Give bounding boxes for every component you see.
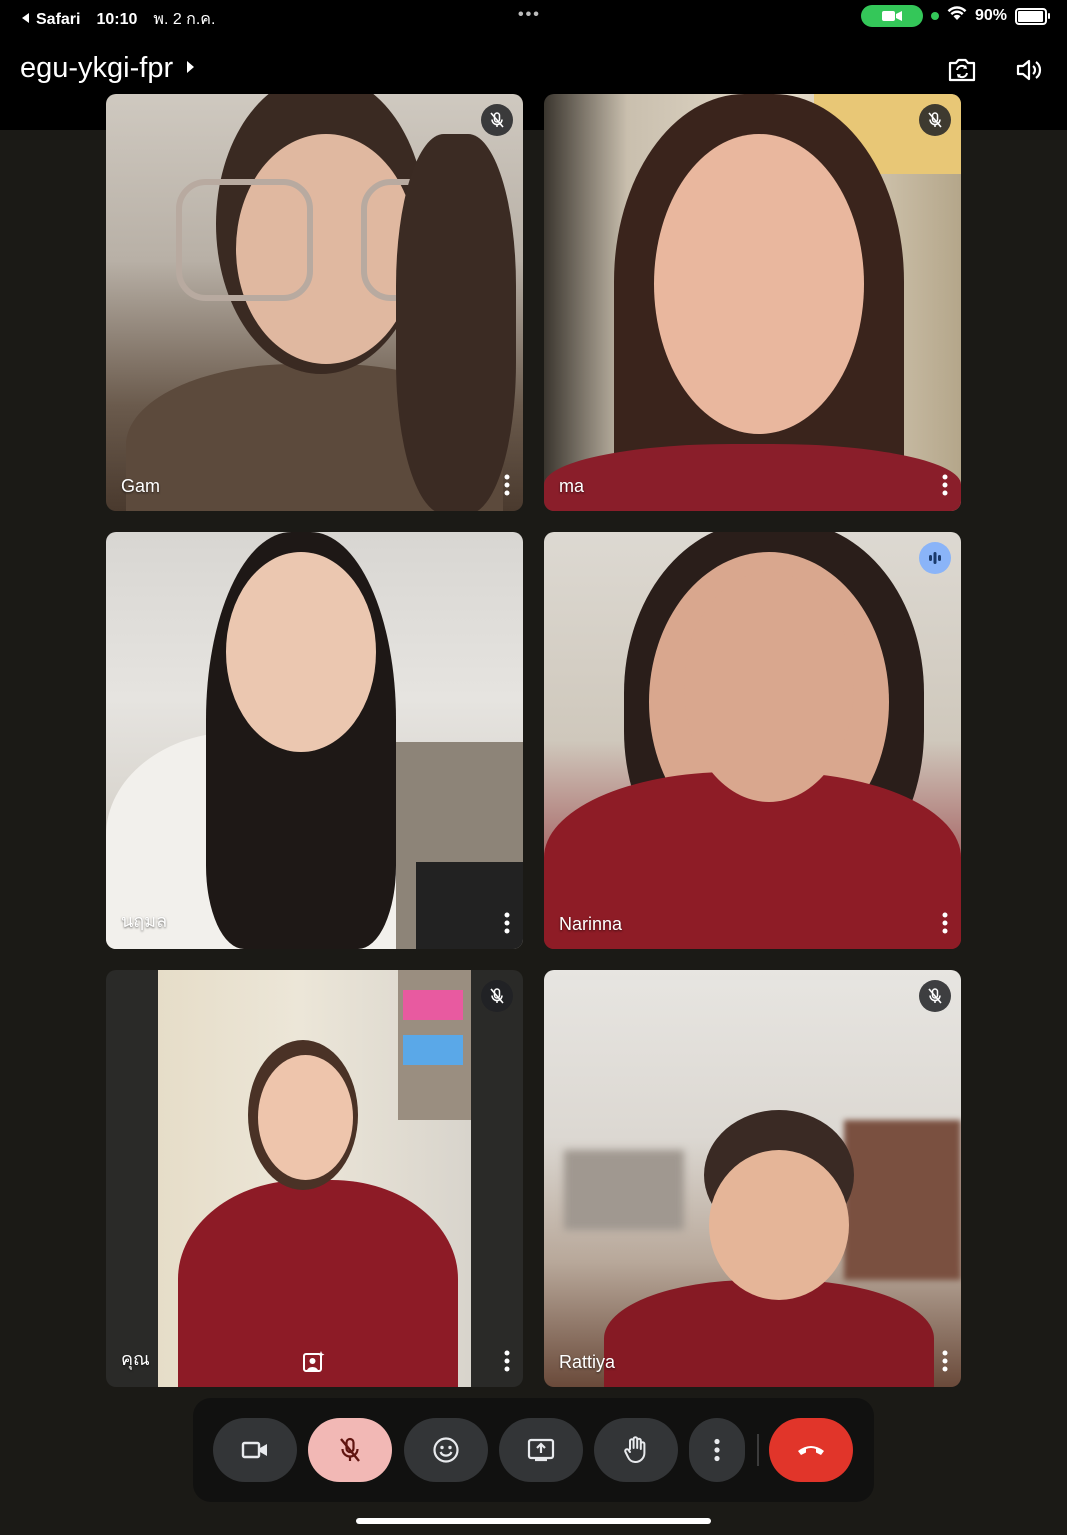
present-screen-button[interactable] (499, 1418, 583, 1482)
tile-more-button[interactable] (497, 909, 517, 937)
participant-video (544, 970, 961, 1387)
more-vert-icon (942, 474, 948, 496)
more-vert-icon (942, 912, 948, 934)
mic-indicator-dot (930, 12, 939, 20)
more-vert-icon (504, 912, 510, 934)
tile-more-button[interactable] (935, 471, 955, 499)
participant-tile-rattiya[interactable]: Rattiya (544, 970, 961, 1387)
participant-name: ma (559, 476, 585, 496)
status-left: Safari 10:10 พ. 2 ก.ค. (20, 7, 215, 32)
meet-screen: Safari 10:10 พ. 2 ก.ค. ••• 90% egu-ykgi-… (0, 0, 1067, 1535)
speaker-icon (1016, 59, 1042, 81)
status-date: พ. 2 ก.ค. (153, 11, 216, 28)
participant-tile-self[interactable]: คุณ (106, 970, 523, 1387)
tile-more-button[interactable] (935, 909, 955, 937)
mic-off-icon (490, 112, 504, 128)
muted-badge (481, 980, 513, 1012)
speaker-button[interactable] (1010, 50, 1050, 90)
camera-icon (881, 11, 902, 21)
audio-level-icon (929, 552, 941, 564)
call-controls-bar (193, 1398, 874, 1502)
participant-name: คุณ (121, 1349, 150, 1369)
status-time: 10:10 (96, 10, 138, 28)
participant-name: Rattiya (559, 1352, 616, 1372)
raise-hand-icon (624, 1436, 646, 1463)
back-arrow-icon[interactable] (20, 11, 30, 29)
participant-name: นฤมล (121, 911, 168, 931)
participant-name: Narinna (559, 914, 623, 934)
tile-more-button[interactable] (935, 1347, 955, 1375)
meeting-code: egu-ykgi-fpr (20, 52, 174, 84)
mic-off-icon (928, 112, 942, 128)
mic-toggle-button[interactable] (308, 1418, 392, 1482)
multitask-dots[interactable]: ••• (518, 6, 541, 24)
speaking-badge (919, 542, 951, 574)
mic-off-icon (928, 988, 942, 1004)
participant-video (544, 94, 961, 511)
participant-video (158, 970, 471, 1387)
muted-badge (919, 980, 951, 1012)
more-vert-icon (504, 474, 510, 496)
controls-divider (757, 1434, 759, 1466)
camera-switch-button[interactable] (942, 50, 982, 90)
muted-badge (919, 104, 951, 136)
more-vert-icon (942, 1350, 948, 1372)
more-options-button[interactable] (689, 1418, 745, 1482)
mic-off-icon (490, 988, 504, 1004)
present-screen-icon (527, 1438, 555, 1462)
emoji-icon (433, 1437, 459, 1463)
wifi-icon (947, 6, 967, 26)
muted-badge (481, 104, 513, 136)
hang-up-icon (798, 1446, 824, 1455)
tile-more-button[interactable] (497, 1347, 517, 1375)
camera-switch-icon (948, 58, 976, 82)
mic-off-icon (340, 1437, 360, 1462)
participant-tile-narinna[interactable]: Narinna (544, 532, 961, 949)
participant-tile-narumon[interactable]: นฤมล (106, 532, 523, 949)
caret-right-icon (185, 60, 195, 77)
participant-video (106, 532, 523, 949)
more-vert-icon (714, 1438, 720, 1462)
camera-in-use-pill (860, 5, 923, 27)
battery-icon (1015, 7, 1050, 25)
status-bar: Safari 10:10 พ. 2 ก.ค. ••• 90% (0, 0, 1067, 34)
battery-percent: 90% (974, 7, 1007, 24)
leave-call-button[interactable] (769, 1418, 853, 1482)
status-right: 90% (860, 5, 1050, 27)
meeting-code-button[interactable]: egu-ykgi-fpr (20, 52, 195, 85)
participant-name: Gam (121, 476, 161, 496)
video-camera-icon (241, 1441, 267, 1459)
camera-toggle-button[interactable] (213, 1418, 297, 1482)
back-app-label[interactable]: Safari (36, 11, 80, 29)
home-indicator[interactable] (356, 1518, 711, 1524)
participant-video (544, 532, 961, 949)
participant-tile-gam[interactable]: Gam (106, 94, 523, 511)
more-vert-icon (504, 1350, 510, 1372)
visual-effects-icon (303, 1351, 325, 1372)
visual-effects-button[interactable] (302, 1350, 326, 1374)
participant-tile-ma[interactable]: ma (544, 94, 961, 511)
raise-hand-button[interactable] (594, 1418, 678, 1482)
tile-more-button[interactable] (497, 471, 517, 499)
participant-video (106, 94, 523, 511)
reactions-button[interactable] (404, 1418, 488, 1482)
